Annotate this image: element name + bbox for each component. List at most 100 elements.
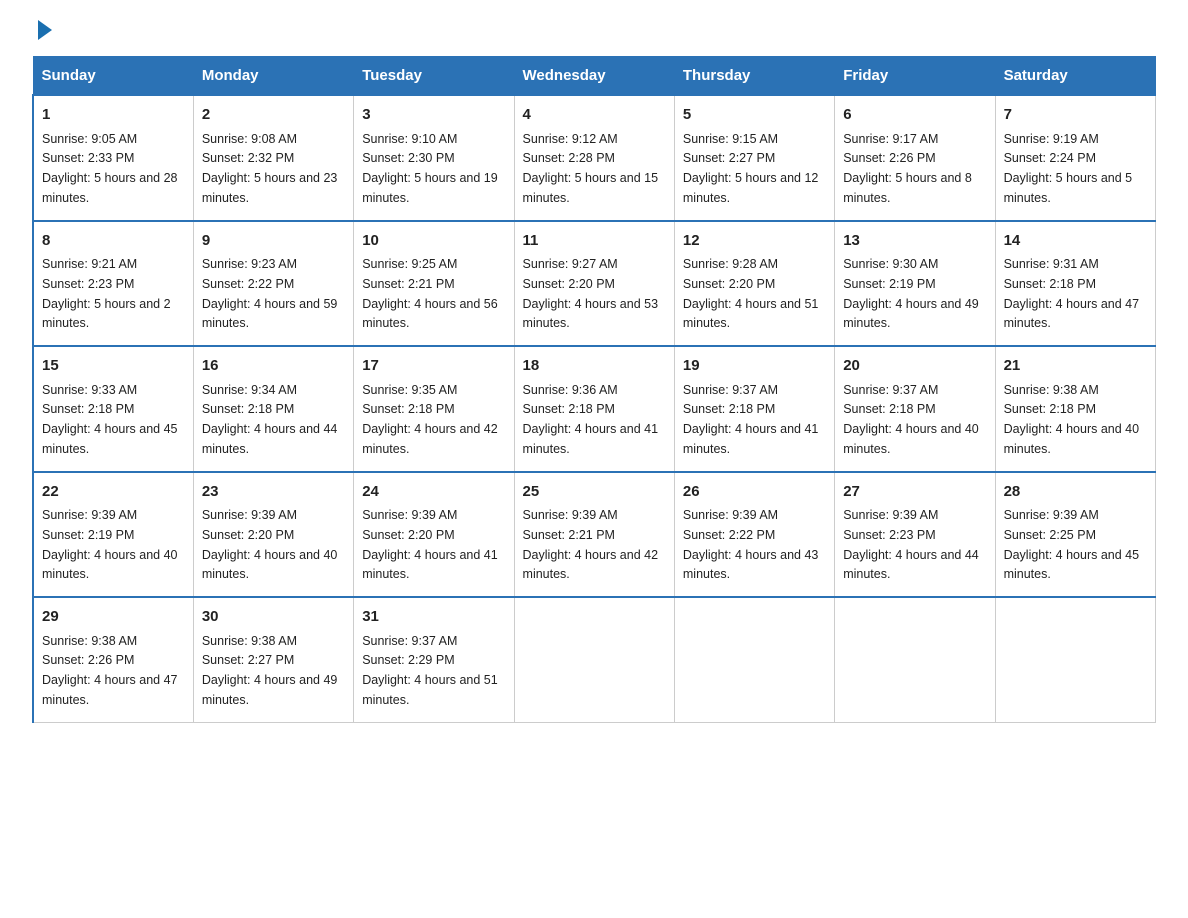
logo xyxy=(32,24,52,40)
day-number: 4 xyxy=(523,104,666,127)
day-number: 14 xyxy=(1004,230,1147,253)
day-number: 27 xyxy=(843,481,986,504)
day-info: Sunrise: 9:39 AMSunset: 2:20 PMDaylight:… xyxy=(202,508,338,581)
day-info: Sunrise: 9:36 AMSunset: 2:18 PMDaylight:… xyxy=(523,383,659,456)
day-info: Sunrise: 9:37 AMSunset: 2:18 PMDaylight:… xyxy=(843,383,979,456)
day-number: 9 xyxy=(202,230,345,253)
day-number: 30 xyxy=(202,606,345,629)
day-info: Sunrise: 9:23 AMSunset: 2:22 PMDaylight:… xyxy=(202,257,338,330)
day-cell-30: 30 Sunrise: 9:38 AMSunset: 2:27 PMDaylig… xyxy=(193,597,353,722)
header-thursday: Thursday xyxy=(674,57,834,96)
day-number: 11 xyxy=(523,230,666,253)
day-number: 12 xyxy=(683,230,826,253)
day-cell-25: 25 Sunrise: 9:39 AMSunset: 2:21 PMDaylig… xyxy=(514,472,674,598)
calendar-table: SundayMondayTuesdayWednesdayThursdayFrid… xyxy=(32,56,1156,723)
day-info: Sunrise: 9:31 AMSunset: 2:18 PMDaylight:… xyxy=(1004,257,1140,330)
day-cell-13: 13 Sunrise: 9:30 AMSunset: 2:19 PMDaylig… xyxy=(835,221,995,347)
day-cell-21: 21 Sunrise: 9:38 AMSunset: 2:18 PMDaylig… xyxy=(995,346,1155,472)
day-number: 22 xyxy=(42,481,185,504)
day-cell-8: 8 Sunrise: 9:21 AMSunset: 2:23 PMDayligh… xyxy=(33,221,193,347)
day-cell-19: 19 Sunrise: 9:37 AMSunset: 2:18 PMDaylig… xyxy=(674,346,834,472)
day-cell-16: 16 Sunrise: 9:34 AMSunset: 2:18 PMDaylig… xyxy=(193,346,353,472)
calendar-week-1: 1 Sunrise: 9:05 AMSunset: 2:33 PMDayligh… xyxy=(33,95,1156,221)
day-info: Sunrise: 9:33 AMSunset: 2:18 PMDaylight:… xyxy=(42,383,178,456)
day-number: 18 xyxy=(523,355,666,378)
day-info: Sunrise: 9:12 AMSunset: 2:28 PMDaylight:… xyxy=(523,132,659,205)
day-cell-1: 1 Sunrise: 9:05 AMSunset: 2:33 PMDayligh… xyxy=(33,95,193,221)
day-info: Sunrise: 9:39 AMSunset: 2:25 PMDaylight:… xyxy=(1004,508,1140,581)
day-cell-11: 11 Sunrise: 9:27 AMSunset: 2:20 PMDaylig… xyxy=(514,221,674,347)
day-info: Sunrise: 9:21 AMSunset: 2:23 PMDaylight:… xyxy=(42,257,171,330)
day-cell-20: 20 Sunrise: 9:37 AMSunset: 2:18 PMDaylig… xyxy=(835,346,995,472)
day-info: Sunrise: 9:38 AMSunset: 2:18 PMDaylight:… xyxy=(1004,383,1140,456)
day-cell-7: 7 Sunrise: 9:19 AMSunset: 2:24 PMDayligh… xyxy=(995,95,1155,221)
day-info: Sunrise: 9:37 AMSunset: 2:29 PMDaylight:… xyxy=(362,634,498,707)
day-number: 20 xyxy=(843,355,986,378)
day-cell-27: 27 Sunrise: 9:39 AMSunset: 2:23 PMDaylig… xyxy=(835,472,995,598)
day-cell-12: 12 Sunrise: 9:28 AMSunset: 2:20 PMDaylig… xyxy=(674,221,834,347)
day-info: Sunrise: 9:39 AMSunset: 2:21 PMDaylight:… xyxy=(523,508,659,581)
day-number: 23 xyxy=(202,481,345,504)
header xyxy=(32,24,1156,40)
day-info: Sunrise: 9:34 AMSunset: 2:18 PMDaylight:… xyxy=(202,383,338,456)
day-cell-17: 17 Sunrise: 9:35 AMSunset: 2:18 PMDaylig… xyxy=(354,346,514,472)
day-cell-9: 9 Sunrise: 9:23 AMSunset: 2:22 PMDayligh… xyxy=(193,221,353,347)
day-info: Sunrise: 9:39 AMSunset: 2:19 PMDaylight:… xyxy=(42,508,178,581)
day-cell-22: 22 Sunrise: 9:39 AMSunset: 2:19 PMDaylig… xyxy=(33,472,193,598)
day-number: 13 xyxy=(843,230,986,253)
day-cell-23: 23 Sunrise: 9:39 AMSunset: 2:20 PMDaylig… xyxy=(193,472,353,598)
day-info: Sunrise: 9:28 AMSunset: 2:20 PMDaylight:… xyxy=(683,257,819,330)
day-number: 2 xyxy=(202,104,345,127)
empty-cell xyxy=(835,597,995,722)
day-number: 3 xyxy=(362,104,505,127)
day-info: Sunrise: 9:39 AMSunset: 2:22 PMDaylight:… xyxy=(683,508,819,581)
header-saturday: Saturday xyxy=(995,57,1155,96)
day-cell-5: 5 Sunrise: 9:15 AMSunset: 2:27 PMDayligh… xyxy=(674,95,834,221)
day-cell-6: 6 Sunrise: 9:17 AMSunset: 2:26 PMDayligh… xyxy=(835,95,995,221)
day-number: 15 xyxy=(42,355,185,378)
calendar-header-row: SundayMondayTuesdayWednesdayThursdayFrid… xyxy=(33,57,1156,96)
calendar-week-5: 29 Sunrise: 9:38 AMSunset: 2:26 PMDaylig… xyxy=(33,597,1156,722)
day-number: 19 xyxy=(683,355,826,378)
day-info: Sunrise: 9:35 AMSunset: 2:18 PMDaylight:… xyxy=(362,383,498,456)
header-wednesday: Wednesday xyxy=(514,57,674,96)
header-tuesday: Tuesday xyxy=(354,57,514,96)
day-cell-18: 18 Sunrise: 9:36 AMSunset: 2:18 PMDaylig… xyxy=(514,346,674,472)
empty-cell xyxy=(995,597,1155,722)
day-info: Sunrise: 9:37 AMSunset: 2:18 PMDaylight:… xyxy=(683,383,819,456)
calendar-week-3: 15 Sunrise: 9:33 AMSunset: 2:18 PMDaylig… xyxy=(33,346,1156,472)
day-info: Sunrise: 9:27 AMSunset: 2:20 PMDaylight:… xyxy=(523,257,659,330)
header-sunday: Sunday xyxy=(33,57,193,96)
empty-cell xyxy=(514,597,674,722)
day-number: 25 xyxy=(523,481,666,504)
day-info: Sunrise: 9:05 AMSunset: 2:33 PMDaylight:… xyxy=(42,132,178,205)
day-info: Sunrise: 9:30 AMSunset: 2:19 PMDaylight:… xyxy=(843,257,979,330)
logo-arrow-icon xyxy=(38,20,52,40)
day-cell-3: 3 Sunrise: 9:10 AMSunset: 2:30 PMDayligh… xyxy=(354,95,514,221)
day-cell-10: 10 Sunrise: 9:25 AMSunset: 2:21 PMDaylig… xyxy=(354,221,514,347)
day-cell-14: 14 Sunrise: 9:31 AMSunset: 2:18 PMDaylig… xyxy=(995,221,1155,347)
day-number: 10 xyxy=(362,230,505,253)
day-info: Sunrise: 9:10 AMSunset: 2:30 PMDaylight:… xyxy=(362,132,498,205)
day-cell-31: 31 Sunrise: 9:37 AMSunset: 2:29 PMDaylig… xyxy=(354,597,514,722)
day-cell-24: 24 Sunrise: 9:39 AMSunset: 2:20 PMDaylig… xyxy=(354,472,514,598)
page: SundayMondayTuesdayWednesdayThursdayFrid… xyxy=(0,0,1188,755)
day-cell-26: 26 Sunrise: 9:39 AMSunset: 2:22 PMDaylig… xyxy=(674,472,834,598)
day-number: 21 xyxy=(1004,355,1147,378)
day-number: 24 xyxy=(362,481,505,504)
header-friday: Friday xyxy=(835,57,995,96)
day-number: 17 xyxy=(362,355,505,378)
day-cell-15: 15 Sunrise: 9:33 AMSunset: 2:18 PMDaylig… xyxy=(33,346,193,472)
day-cell-28: 28 Sunrise: 9:39 AMSunset: 2:25 PMDaylig… xyxy=(995,472,1155,598)
day-info: Sunrise: 9:17 AMSunset: 2:26 PMDaylight:… xyxy=(843,132,972,205)
calendar-week-4: 22 Sunrise: 9:39 AMSunset: 2:19 PMDaylig… xyxy=(33,472,1156,598)
day-info: Sunrise: 9:39 AMSunset: 2:20 PMDaylight:… xyxy=(362,508,498,581)
day-info: Sunrise: 9:19 AMSunset: 2:24 PMDaylight:… xyxy=(1004,132,1133,205)
day-number: 28 xyxy=(1004,481,1147,504)
day-cell-4: 4 Sunrise: 9:12 AMSunset: 2:28 PMDayligh… xyxy=(514,95,674,221)
day-number: 8 xyxy=(42,230,185,253)
day-number: 7 xyxy=(1004,104,1147,127)
day-info: Sunrise: 9:38 AMSunset: 2:26 PMDaylight:… xyxy=(42,634,178,707)
day-info: Sunrise: 9:38 AMSunset: 2:27 PMDaylight:… xyxy=(202,634,338,707)
day-number: 29 xyxy=(42,606,185,629)
